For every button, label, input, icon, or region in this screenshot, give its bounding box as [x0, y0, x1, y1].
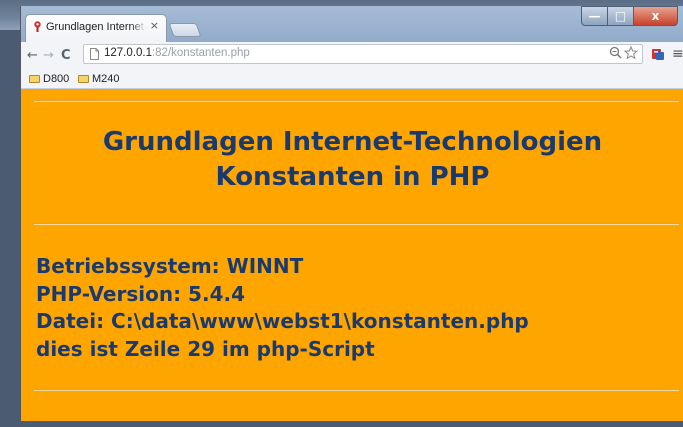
reload-button[interactable]: C: [61, 48, 71, 64]
maximize-button[interactable]: □: [608, 6, 634, 26]
title-bar[interactable]: Grundlagen Internet- × — □ x: [21, 6, 683, 42]
info-line: dies ist Zeile 29 im php-Script: [36, 336, 375, 361]
tab-title: Grundlagen Internet-: [46, 21, 146, 33]
minimize-button[interactable]: —: [581, 6, 608, 26]
window-bottom-edge: [0, 421, 683, 427]
bookmark-folder-d800[interactable]: D800: [29, 73, 69, 85]
back-button[interactable]: ←: [27, 48, 38, 64]
bookmark-label: D800: [43, 73, 70, 85]
browser-window: Grundlagen Internet- × — □ x ← → C 127.0…: [20, 6, 683, 427]
info-php-version: PHP-Version: 5.4.4: [36, 281, 246, 306]
menu-icon[interactable]: ≡: [672, 46, 683, 62]
page-icon: [90, 48, 99, 60]
tab-close-icon[interactable]: ×: [150, 19, 159, 32]
heading-line-2: Konstanten in PHP: [215, 162, 490, 192]
horizontal-rule: [34, 223, 679, 225]
url-text: 127.0.0.1:82/konstanten.php: [104, 47, 250, 59]
forward-button[interactable]: →: [43, 48, 54, 64]
address-bar[interactable]: 127.0.0.1:82/konstanten.php: [83, 44, 643, 64]
horizontal-rule: [34, 100, 679, 102]
window-controls: — □ x: [581, 6, 678, 26]
folder-icon: [29, 75, 40, 83]
page-heading: Grundlagen Internet-Technologien Konstan…: [21, 125, 683, 195]
bookmarks-bar: D800 M240: [21, 70, 683, 89]
horizontal-rule: [34, 389, 679, 391]
browser-toolbar: ← → C 127.0.0.1:82/konstanten.php ≡: [21, 42, 683, 71]
info-file: Datei: C:\data\www\webst1\konstanten.php: [36, 309, 529, 333]
page-content: Grundlagen Internet-Technologien Konstan…: [21, 89, 683, 427]
heading-line-1: Grundlagen Internet-Technologien: [102, 127, 603, 157]
bookmark-label: M240: [92, 73, 120, 85]
extension-icon[interactable]: [651, 47, 665, 61]
new-tab-button[interactable]: [168, 23, 202, 37]
info-os: Betriebssystem: WINNT: [36, 254, 304, 278]
omnibox-actions: [609, 46, 638, 59]
constants-info: Betriebssystem: WINNT PHP-Version: 5.4.4…: [36, 253, 681, 363]
tab-active[interactable]: Grundlagen Internet- ×: [25, 14, 167, 42]
folder-icon: [78, 75, 89, 83]
bookmark-folder-m240[interactable]: M240: [78, 73, 120, 85]
star-icon[interactable]: [624, 46, 638, 59]
zoom-icon[interactable]: [609, 46, 622, 59]
close-button[interactable]: x: [634, 6, 678, 26]
favicon-icon: [34, 21, 41, 32]
